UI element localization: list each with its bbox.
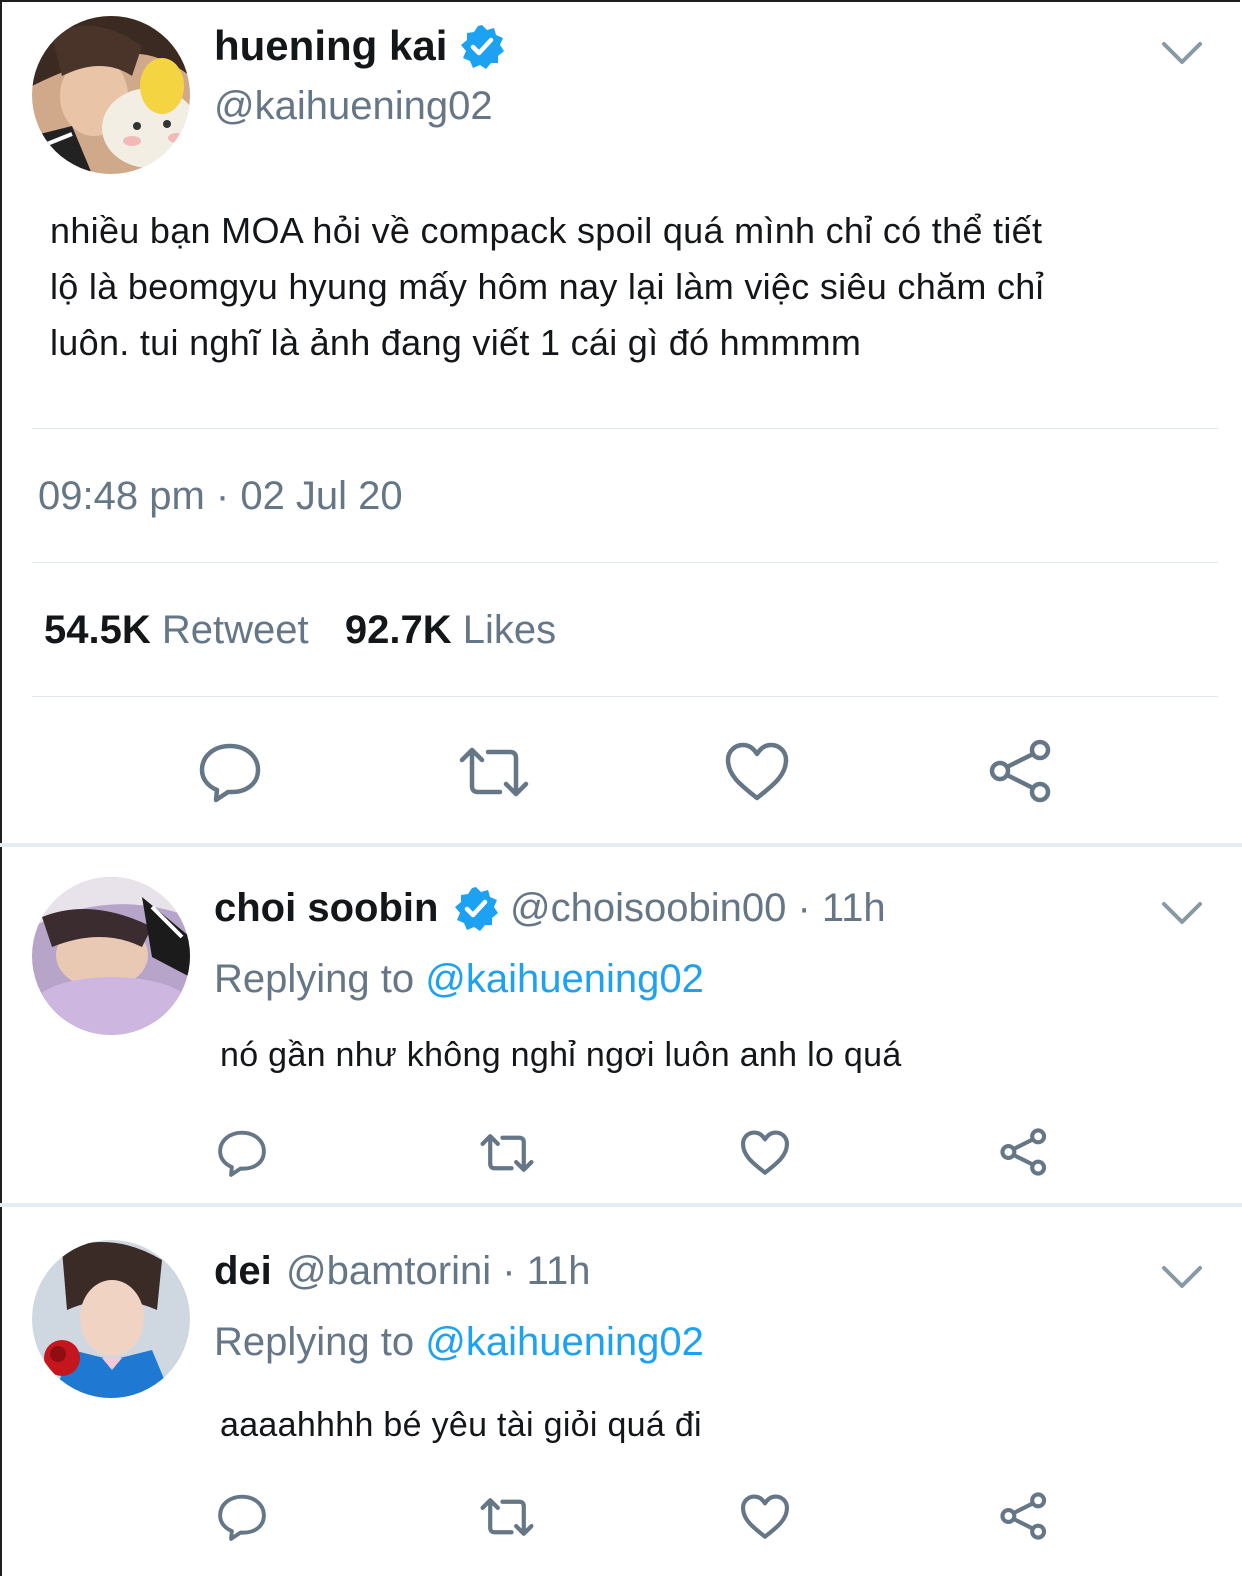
- reply-icon[interactable]: [217, 1128, 267, 1178]
- like-label[interactable]: Likes: [463, 608, 556, 652]
- tweet-text: nhiều bạn MOA hỏi về compack spoil quá m…: [50, 203, 1210, 371]
- separator: [0, 843, 1242, 847]
- reply-icon[interactable]: [198, 740, 262, 804]
- replying-to-label: Replying to: [214, 957, 426, 1001]
- replying-to: Replying to @kaihuening02: [214, 1320, 704, 1365]
- tweet-text-line: nhiều bạn MOA hỏi về compack spoil quá m…: [50, 210, 1043, 251]
- chevron-down-icon[interactable]: [1160, 898, 1204, 928]
- replying-to-handle-link[interactable]: @kaihuening02: [425, 957, 704, 1001]
- heart-icon[interactable]: [740, 1128, 790, 1178]
- reply-author-handle-time[interactable]: @choisoobin00 · 11h: [510, 886, 886, 931]
- heart-icon[interactable]: [740, 1492, 790, 1542]
- retweet-icon[interactable]: [478, 1128, 536, 1178]
- divider: [32, 562, 1218, 563]
- divider: [32, 428, 1218, 429]
- retweet-count[interactable]: 54.5K: [44, 608, 151, 652]
- retweet-label[interactable]: Retweet: [162, 608, 309, 652]
- like-count[interactable]: 92.7K: [345, 608, 452, 652]
- avatar-choi-soobin[interactable]: [32, 877, 190, 1035]
- author-display-name[interactable]: huening kai: [214, 22, 447, 70]
- chevron-down-icon[interactable]: [1160, 1262, 1204, 1292]
- replying-to-handle-link[interactable]: @kaihuening02: [425, 1320, 704, 1364]
- divider: [32, 696, 1218, 697]
- replying-to: Replying to @kaihuening02: [214, 957, 704, 1002]
- replying-to-label: Replying to: [214, 1320, 426, 1364]
- tweet-timestamp[interactable]: 09:48 pm · 02 Jul 20: [38, 474, 403, 519]
- retweet-icon[interactable]: [456, 740, 532, 804]
- avatar-huening-kai[interactable]: [32, 16, 190, 174]
- tweet-text-line: luôn. tui nghĩ là ảnh đang viết 1 cái gì…: [50, 322, 862, 363]
- retweet-icon[interactable]: [478, 1492, 536, 1542]
- heart-icon[interactable]: [724, 740, 790, 804]
- reply-text: aaaahhhh bé yêu tài giỏi quá đi: [220, 1406, 702, 1444]
- chevron-down-icon[interactable]: [1160, 38, 1204, 68]
- engagement-stats: 54.5K Retweet 92.7K Likes: [44, 608, 556, 653]
- share-icon[interactable]: [998, 1491, 1050, 1541]
- share-icon[interactable]: [986, 738, 1056, 804]
- reply-text: nó gần như không nghỉ ngơi luôn anh lo q…: [220, 1036, 902, 1074]
- separator: [0, 1203, 1242, 1207]
- reply-author-display-name[interactable]: choi soobin: [214, 886, 438, 931]
- reply-icon[interactable]: [217, 1492, 267, 1542]
- avatar-dei[interactable]: [32, 1240, 190, 1398]
- verified-badge-icon: [461, 25, 504, 69]
- reply-author-handle-time[interactable]: @bamtorini · 11h: [286, 1249, 590, 1294]
- verified-badge-icon: [455, 887, 498, 931]
- share-icon[interactable]: [998, 1127, 1050, 1177]
- tweet-text-line: lộ là beomgyu hyung mấy hôm nay lại làm …: [50, 266, 1044, 307]
- reply-author-display-name[interactable]: dei: [214, 1249, 272, 1294]
- author-handle[interactable]: @kaihuening02: [214, 84, 493, 129]
